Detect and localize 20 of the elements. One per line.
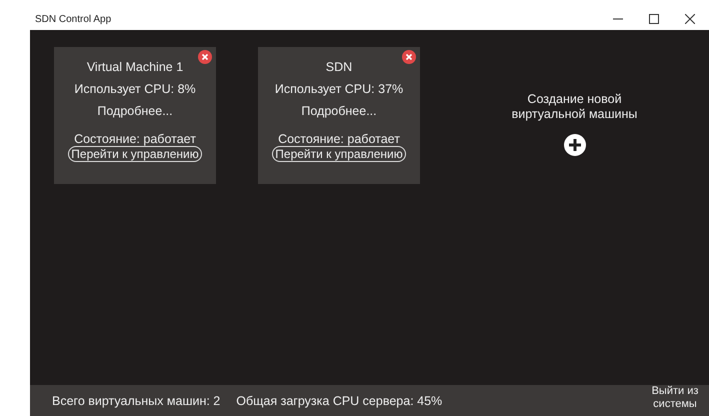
vm-name: SDN <box>326 60 352 74</box>
manage-button[interactable]: Перейти к управлению <box>68 146 202 162</box>
maximize-icon[interactable] <box>649 14 659 24</box>
cpu-usage-text: Использует CPU: 37% <box>274 82 404 96</box>
create-vm-label: Создание новой виртуальной машины <box>510 92 638 122</box>
close-icon[interactable] <box>198 50 212 64</box>
vm-count-text: Всего виртуальных машин: 2 <box>52 394 220 408</box>
details-link[interactable]: Подробнее... <box>97 104 173 118</box>
window-title: SDN Control App <box>34 14 112 24</box>
cpu-usage-text: Использует CPU: 8% <box>74 82 196 96</box>
vm-name: Virtual Machine 1 <box>86 60 184 74</box>
details-link[interactable]: Подробнее... <box>301 104 377 118</box>
manage-button[interactable]: Перейти к управлению <box>272 146 406 162</box>
server-cpu-text: Общая загрузка CPU сервера: 45% <box>236 394 442 408</box>
add-icon[interactable] <box>564 134 586 156</box>
close-icon[interactable] <box>402 50 416 64</box>
close-icon[interactable] <box>685 14 695 24</box>
state-text: Состояние: работает <box>74 132 196 146</box>
logout-button[interactable]: Выйти из системы <box>647 384 703 410</box>
state-text: Состояние: работает <box>278 132 400 146</box>
